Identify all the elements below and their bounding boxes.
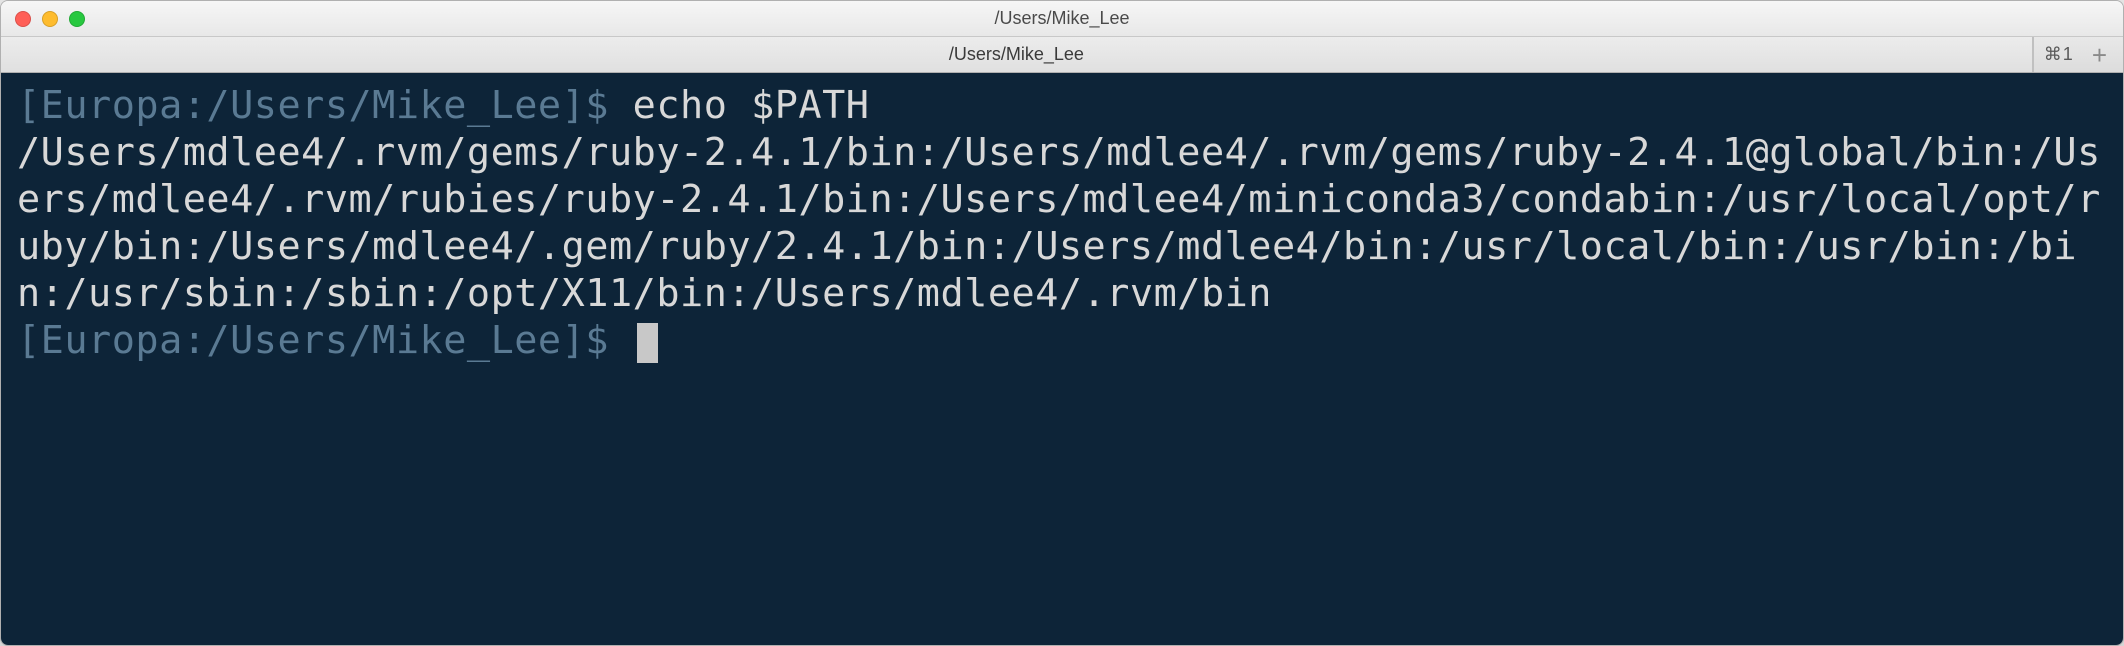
tab-current[interactable]: /Users/Mike_Lee xyxy=(1,37,2033,72)
new-tab-button[interactable]: + xyxy=(2086,42,2113,68)
window-title: /Users/Mike_Lee xyxy=(1,8,2123,29)
tab-label: /Users/Mike_Lee xyxy=(949,44,1084,65)
maximize-button[interactable] xyxy=(69,11,85,27)
traffic-lights xyxy=(1,11,85,27)
minimize-button[interactable] xyxy=(42,11,58,27)
cursor-block xyxy=(637,323,658,363)
terminal-content[interactable]: [Europa:/Users/Mike_Lee]$ echo $PATH /Us… xyxy=(1,73,2123,645)
tab-controls: ⌘1 + xyxy=(2033,37,2123,72)
prompt-symbol-2: $ xyxy=(585,318,609,363)
window-titlebar[interactable]: /Users/Mike_Lee xyxy=(1,1,2123,37)
command-output: /Users/mdlee4/.rvm/gems/ruby-2.4.1/bin:/… xyxy=(17,130,2101,316)
prompt-host-path-2: [Europa:/Users/Mike_Lee] xyxy=(17,318,585,363)
tab-shortcut-label: ⌘1 xyxy=(2044,44,2074,65)
terminal-window: /Users/Mike_Lee /Users/Mike_Lee ⌘1 + [Eu… xyxy=(0,0,2124,646)
command-text: echo $PATH xyxy=(633,83,870,128)
tab-bar: /Users/Mike_Lee ⌘1 + xyxy=(1,37,2123,73)
close-button[interactable] xyxy=(15,11,31,27)
prompt-symbol: $ xyxy=(585,83,609,128)
prompt-host-path: [Europa:/Users/Mike_Lee] xyxy=(17,83,585,128)
